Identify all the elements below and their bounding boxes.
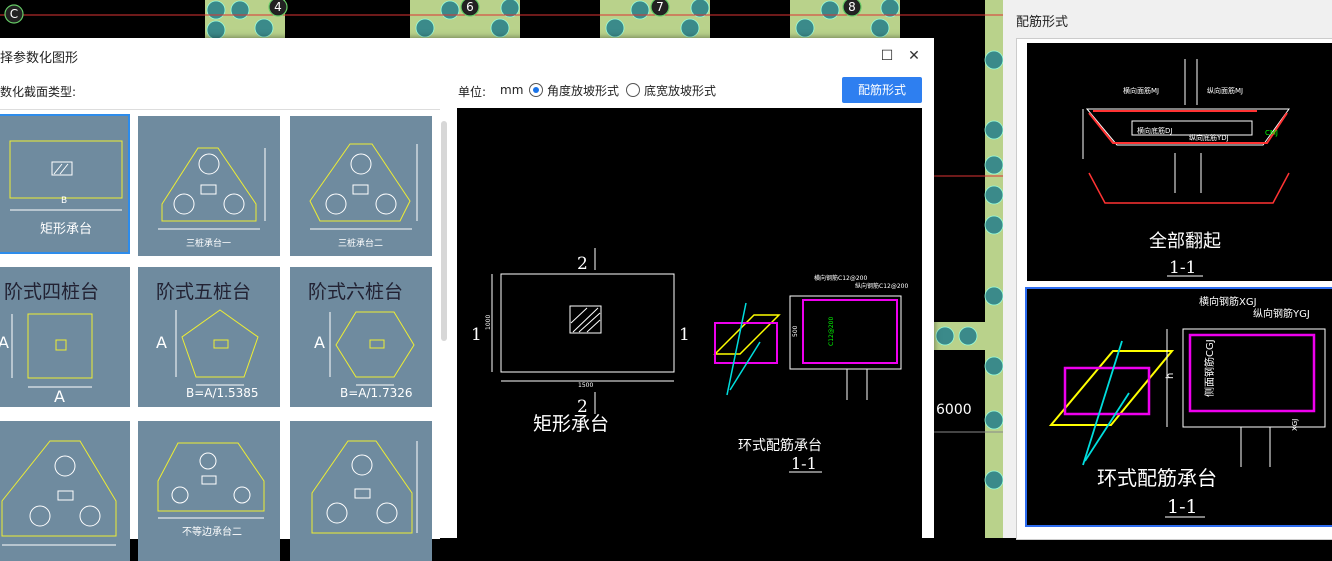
option1-caption: 全部翻起: [1149, 231, 1221, 252]
maximize-icon[interactable]: ☐: [876, 45, 898, 67]
close-icon[interactable]: ✕: [903, 45, 925, 67]
rebar-form-button[interactable]: 配筋形式: [842, 77, 922, 103]
tile-dim-a: A: [314, 333, 325, 352]
tile-formula: B=A/1.5385: [186, 386, 259, 400]
option2-label-side-w: XGJ: [1291, 419, 1299, 431]
preview-section-caption: 1-1: [791, 454, 817, 473]
tile-label: 三桩承台一: [186, 239, 232, 249]
tile-formula: B=A/1.7326: [340, 386, 413, 400]
preview-side-mark-right: 1: [679, 325, 690, 345]
rebar-form-panel: 配筋形式 横向面筋MJ 纵向面筋MJ 横向底筋DJ 纵向底筋YDJ CMJ 全部…: [1003, 0, 1332, 540]
section-type-label: 数化截面类型:: [0, 85, 77, 99]
rebar-option-list: 横向面筋MJ 纵向面筋MJ 横向底筋DJ 纵向底筋YDJ CMJ 全部翻起 1-…: [1016, 38, 1332, 540]
tile-label: 不等边承台二: [182, 527, 242, 538]
option1-label-side: CMJ: [1265, 129, 1278, 137]
axis-label-c: C: [10, 7, 18, 21]
tile-dim-b: B: [61, 196, 68, 206]
tile-step-six-pile[interactable]: 阶式六桩台 A B=A/1.7326: [290, 267, 432, 407]
preview-rebar-h: 横向钢筋C12@200: [814, 274, 867, 282]
option2-label-v: 纵向钢筋YGJ: [1253, 307, 1310, 320]
preview-side-mark-left: 1: [471, 325, 482, 345]
preview-section-mark-top: 2: [577, 254, 588, 274]
parametric-shape-dialog: 择参数化图形 ☐ ✕ 数化截面类型: 单位: mm 角度放坡形式 底宽放坡形式 …: [0, 38, 934, 561]
rebar-option-ring[interactable]: 横向钢筋XGJ 纵向钢筋YGJ 侧面钢筋CGJ h XGJ 环式配筋承台 1-1: [1025, 287, 1332, 527]
option1-section: 1-1: [1169, 258, 1196, 278]
tile-shape-9[interactable]: [290, 421, 432, 561]
tile-label: 三桩承台二: [338, 239, 384, 249]
option2-label-h: 横向钢筋XGJ: [1199, 295, 1257, 308]
tile-three-pile-1[interactable]: 三桩承台一: [138, 116, 280, 256]
tile-dim-b: A: [54, 387, 65, 406]
tile-step-five-pile[interactable]: 阶式五桩台 A B=A/1.5385: [138, 267, 280, 407]
preview-dim-side: 500: [792, 325, 799, 337]
preview-rebar-v: 纵向钢筋C12@200: [855, 282, 908, 290]
axis-label-8: 8: [848, 0, 856, 14]
option1-label-h-bottom: 横向底筋DJ: [1137, 126, 1172, 135]
tile-unequal-cap-2[interactable]: 不等边承台二: [138, 421, 280, 561]
preview-caption: 矩形承台: [533, 413, 609, 435]
radio-width-label[interactable]: 底宽放坡形式: [644, 82, 716, 99]
shape-preview: 2 2 1 1 矩形承台 1500 1000 横向钢筋C12@200 纵向钢筋C…: [457, 108, 922, 538]
tile-rect-cap[interactable]: B 矩形承台: [0, 114, 130, 254]
option2-caption: 环式配筋承台: [1097, 466, 1217, 490]
radio-angle-slope[interactable]: [529, 83, 543, 97]
option1-label-h-top: 横向面筋MJ: [1123, 86, 1159, 95]
option1-label-v-bottom: 纵向底筋YDJ: [1189, 133, 1229, 142]
dimension-text: 6000: [936, 402, 972, 418]
option2-section: 1-1: [1167, 496, 1198, 518]
preview-dim-height: 1000: [485, 315, 492, 330]
option2-label-h1: h: [1165, 373, 1176, 379]
option2-label-side: 侧面钢筋CGJ: [1203, 339, 1216, 397]
tile-shape-7[interactable]: [0, 421, 130, 561]
shape-gallery: B 矩形承台 三桩承台一 三桩承台二 阶式四桩台 A A 阶式五桩台 A B=A…: [0, 109, 440, 561]
unit-label: 单位:: [458, 85, 487, 99]
unit-value: mm: [500, 83, 524, 97]
panel-title: 配筋形式: [1016, 15, 1069, 30]
tile-dim-a: A: [156, 333, 167, 352]
rebar-option-full-bendup[interactable]: 横向面筋MJ 纵向面筋MJ 横向底筋DJ 纵向底筋YDJ CMJ 全部翻起 1-…: [1027, 43, 1332, 281]
tile-dim-a: A: [0, 333, 9, 352]
tile-step-four-pile[interactable]: 阶式四桩台 A A: [0, 267, 130, 407]
radio-width-slope[interactable]: [626, 83, 640, 97]
dialog-title: 择参数化图形: [0, 51, 79, 66]
preview-dim-width: 1500: [578, 382, 593, 389]
axis-label-7: 7: [656, 0, 664, 14]
radio-angle-label[interactable]: 角度放坡形式: [547, 82, 619, 99]
tile-three-pile-2[interactable]: 三桩承台二: [290, 116, 432, 256]
preview-ring-caption: 环式配筋承台: [738, 437, 822, 454]
axis-label-4: 4: [274, 0, 282, 14]
axis-label-6: 6: [466, 0, 474, 14]
gallery-scrollbar[interactable]: [441, 121, 447, 341]
preview-rebar-side: C12@200: [828, 317, 835, 346]
tile-label: 矩形承台: [40, 222, 93, 237]
option1-label-v-top: 纵向面筋MJ: [1207, 86, 1243, 95]
